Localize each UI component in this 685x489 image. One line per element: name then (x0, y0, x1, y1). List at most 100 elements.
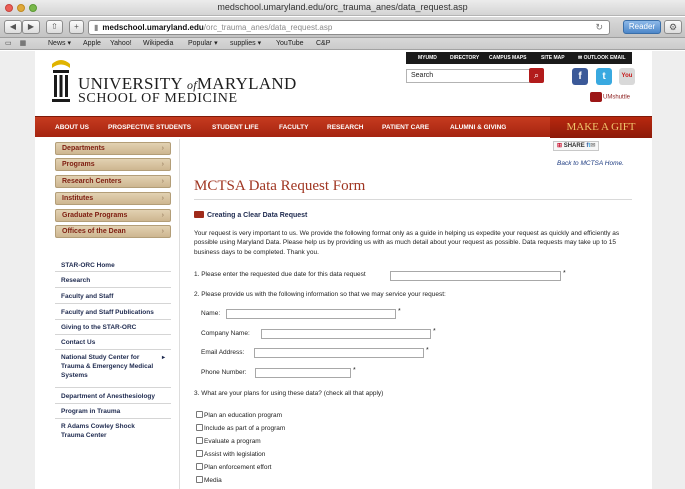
email-input[interactable] (254, 348, 424, 358)
sidebar-tab-research-centers[interactable]: Research Centers › (55, 175, 171, 188)
logo-school-name[interactable]: SCHOOL OF MEDICINE (78, 91, 238, 107)
reload-icon[interactable]: ↻ (595, 21, 603, 34)
bookmark-yahoo[interactable]: Yahoo! (110, 38, 132, 49)
checkbox[interactable] (196, 424, 203, 431)
name-label: Name: (201, 310, 221, 317)
utility-link-campus-maps[interactable]: CAMPUS MAPS (489, 52, 527, 64)
sidebar-link-giving[interactable]: Giving to the STAR-ORC (55, 321, 171, 335)
nav-research[interactable]: RESEARCH (327, 117, 363, 138)
facebook-icon[interactable]: f (572, 68, 588, 85)
bookmark-news[interactable]: News ▾ (48, 38, 71, 49)
sidebar-link-shock-trauma-center[interactable]: R Adams Cowley Shock Trauma Center (55, 420, 171, 444)
nav-faculty[interactable]: FACULTY (279, 117, 309, 138)
sidebar-tab-programs[interactable]: Programs › (55, 158, 171, 171)
chevron-right-icon: › (161, 195, 164, 202)
sidebar-tab-institutes[interactable]: Institutes › (55, 192, 171, 205)
site-search-input[interactable]: Search (406, 69, 530, 83)
sidebar-link-line: National Study Center for (61, 354, 140, 361)
option-enforcement-effort[interactable]: Plan enforcement effort (196, 463, 271, 471)
umd-logo-icon[interactable] (50, 58, 72, 106)
logo-word-of: of (186, 78, 197, 92)
required-mark: * (426, 347, 429, 354)
sidebar-tab-offices-of-the-dean[interactable]: Offices of the Dean › (55, 225, 171, 238)
sidebar-link-star-orc-home[interactable]: STAR-ORC Home (55, 259, 171, 272)
nav-about-us[interactable]: ABOUT US (55, 117, 89, 138)
sidebar-tab-graduate-programs[interactable]: Graduate Programs › (55, 209, 171, 222)
address-bar[interactable]: ▮ medschool.umaryland.edu/orc_trauma_anes… (88, 20, 610, 35)
sidebar-tab-label: Offices of the Dean (62, 228, 126, 235)
checkbox[interactable] (196, 437, 203, 444)
sidebar-link-national-study-center[interactable]: National Study Center for Trauma & Emerg… (55, 351, 171, 388)
new-tab-button[interactable]: + (69, 20, 84, 34)
sidebar-link-faculty-and-staff[interactable]: Faculty and Staff (55, 290, 171, 304)
bookmarks-icons[interactable]: ▭ ▦ (5, 38, 29, 49)
required-mark: * (433, 328, 436, 335)
option-label: Assist with legislation (204, 451, 266, 458)
back-to-mctsa-home-link[interactable]: Back to MCTSA Home. (557, 160, 624, 167)
checkbox[interactable] (196, 476, 203, 483)
sidebar-link-anesthesiology[interactable]: Department of Anesthesiology (55, 390, 171, 404)
phone-input[interactable] (255, 368, 351, 378)
forward-arrow-icon: ▶ (27, 22, 35, 31)
nav-patient-care[interactable]: PATIENT CARE (382, 117, 429, 138)
bookmark-popular[interactable]: Popular ▾ (188, 38, 218, 49)
chevron-right-icon: › (161, 145, 164, 152)
section-heading-text: Creating a Clear Data Request (207, 212, 308, 219)
sidebar-tab-label: Research Centers (62, 178, 122, 185)
checkbox[interactable] (196, 450, 203, 457)
company-name-label: Company Name: (201, 330, 250, 337)
bookmark-apple[interactable]: Apple (83, 38, 101, 49)
option-media[interactable]: Media (196, 476, 222, 484)
utility-link-site-map[interactable]: SITE MAP (541, 52, 565, 64)
option-evaluate-program[interactable]: Evaluate a program (196, 437, 261, 445)
make-a-gift-button[interactable]: MAKE A GIFT (550, 117, 652, 138)
share-button[interactable]: ⊞ SHARE ft✉ (553, 141, 600, 151)
bookmark-youtube[interactable]: YouTube (276, 38, 304, 49)
company-name-input[interactable] (261, 329, 431, 339)
forward-button[interactable]: ▶ (22, 20, 40, 34)
sidebar-link-line: Systems (61, 372, 88, 379)
settings-gear-button[interactable]: ⚙ (664, 20, 682, 34)
nav-alumni-giving[interactable]: ALUMNI & GIVING (450, 117, 506, 138)
option-label: Include as part of a program (204, 425, 286, 432)
nav-prospective-students[interactable]: PROSPECTIVE STUDENTS (108, 117, 191, 138)
sidebar-link-line: R Adams Cowley Shock (61, 423, 135, 430)
sidebar-link-contact-us[interactable]: Contact Us (55, 336, 171, 350)
sidebar-link-program-in-trauma[interactable]: Program in Trauma (55, 405, 171, 419)
question-3: 3. What are your plans for using these d… (194, 390, 384, 397)
checkbox[interactable] (196, 463, 203, 470)
checkbox[interactable] (196, 411, 203, 418)
chevron-right-icon: › (161, 228, 164, 235)
twitter-icon[interactable]: t (596, 68, 612, 85)
option-part-of-program[interactable]: Include as part of a program (196, 424, 285, 432)
nav-student-life[interactable]: STUDENT LIFE (212, 117, 259, 138)
chevron-right-icon: ▸ (161, 355, 165, 361)
search-submit-button[interactable]: ⌕ (529, 68, 544, 83)
bookmark-cp[interactable]: C&P (316, 38, 330, 49)
open-book-icon: ▭ (5, 40, 15, 47)
sidebar-tab-departments[interactable]: Departments › (55, 142, 171, 155)
sidebar-link-research[interactable]: Research (55, 274, 171, 288)
share-page-button[interactable]: ⇧ (46, 20, 63, 34)
sidebar-link-faculty-publications[interactable]: Faculty and Staff Publications (55, 306, 171, 320)
phone-label: Phone Number: (201, 369, 247, 376)
back-button[interactable]: ◀ (4, 20, 22, 34)
reader-button[interactable]: Reader (623, 20, 661, 34)
share-label: SHARE (563, 143, 585, 149)
chevron-right-icon: › (161, 212, 164, 219)
bookmark-wikipedia[interactable]: Wikipedia (143, 38, 173, 49)
column-divider (179, 139, 180, 489)
option-education-program[interactable]: Plan an education program (196, 411, 282, 419)
required-mark: * (563, 270, 566, 277)
name-input[interactable] (226, 309, 396, 319)
due-date-input[interactable] (390, 271, 561, 281)
utility-link-myumd[interactable]: MYUMD (418, 52, 437, 64)
window-title: medschool.umaryland.edu/orc_trauma_anes/… (217, 2, 468, 12)
bookmark-supplies[interactable]: supplies ▾ (230, 38, 261, 49)
youtube-icon[interactable]: You (619, 68, 635, 85)
title-divider (194, 199, 632, 200)
utility-link-outlook-email[interactable]: ✉ OUTLOOK EMAIL (578, 52, 626, 64)
um-shuttle-link[interactable]: UMshuttle (590, 92, 638, 106)
utility-link-directory[interactable]: DIRECTORY (450, 52, 479, 64)
option-assist-legislation[interactable]: Assist with legislation (196, 450, 265, 458)
